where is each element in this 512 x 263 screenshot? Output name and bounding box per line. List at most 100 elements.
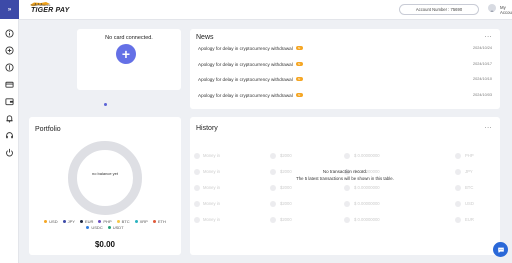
chat-icon [497, 247, 504, 253]
placeholder-icon [344, 185, 350, 191]
news-item-title: Apology for delay in cryptocurrency with… [198, 76, 293, 82]
legend-label: USDT [112, 225, 124, 230]
expand-sidebar-button[interactable]: » [0, 0, 19, 19]
legend-swatch [44, 220, 48, 223]
plus-icon: + [121, 46, 131, 62]
avatar[interactable] [488, 4, 496, 12]
add-card-button[interactable]: + [116, 44, 136, 64]
history-title: History [196, 125, 218, 132]
legend-item: BTC [116, 219, 130, 224]
placeholder-icon [344, 201, 350, 207]
placeholder-type: Money in [203, 185, 220, 190]
placeholder-currency: USD [465, 201, 474, 206]
news-item-title: Apology for delay in cryptocurrency with… [198, 92, 293, 98]
placeholder-amount: $ 0.00000000 [354, 217, 380, 222]
legend-item: ETH [152, 219, 166, 224]
placeholder-status: $2000 [280, 201, 292, 206]
portfolio-panel: Portfolio no balance yet USD JPY EUR PHP BTC… [29, 117, 181, 255]
new-badge: N [295, 93, 303, 97]
placeholder-icon [344, 153, 350, 159]
new-badge: N [295, 62, 303, 66]
news-item[interactable]: Apology for delay in cryptocurrency with… [198, 90, 492, 100]
legend-item: PHP [98, 219, 112, 224]
placeholder-icon [455, 201, 461, 207]
legend-label: BTC [121, 219, 130, 224]
legend-swatch [86, 226, 90, 229]
history-more-button[interactable]: ... [485, 123, 492, 130]
chat-button[interactable] [493, 242, 508, 257]
placeholder-currency: PHP [465, 153, 474, 158]
news-panel: News ... Apology for delay in cryptocurr… [190, 29, 500, 109]
donut-empty-label: no balance yet [91, 171, 119, 176]
my-account-link[interactable]: My Account [500, 5, 512, 15]
history-empty-subtitle: The 5 latest transactions will be shown … [296, 176, 394, 181]
expand-icon: » [7, 6, 12, 13]
legend-item: USDT [107, 225, 124, 230]
new-badge: N [295, 46, 303, 50]
placeholder-status: $2000 [280, 185, 292, 190]
legend-label: USD [49, 219, 58, 224]
placeholder-currency: BTC [465, 185, 474, 190]
legend-label: ETH [157, 219, 166, 224]
wallet-icon[interactable] [4, 96, 15, 107]
card-icon[interactable] [4, 79, 15, 90]
placeholder-currency: EUR [465, 217, 474, 222]
legend-item: JPY [62, 219, 75, 224]
news-item[interactable]: Apology for delay in cryptocurrency with… [198, 43, 492, 53]
card-title: No card connected. [105, 35, 153, 41]
history-panel: History ... Money in $2000 $ 0.00000000 PHP… [190, 117, 500, 255]
account-number-pill[interactable]: Account Number : 75690 [399, 4, 479, 15]
placeholder-status: $2000 [280, 153, 292, 158]
placeholder-icon [455, 153, 461, 159]
history-placeholder-row: Money in $2000 $ 0.00000000 EUR [190, 215, 500, 225]
news-title: News [196, 34, 214, 41]
news-more-button[interactable]: ... [485, 32, 492, 39]
news-item-date: 2024/10/17 [472, 62, 492, 66]
legend-swatch [98, 220, 102, 223]
info-icon[interactable] [4, 28, 15, 39]
portfolio-title: Portfolio [35, 126, 61, 133]
placeholder-amount: $ 0.00000000 [354, 153, 380, 158]
news-item[interactable]: Apology for delay in cryptocurrency with… [198, 74, 492, 84]
placeholder-icon [455, 185, 461, 191]
new-badge: N [295, 77, 303, 81]
placeholder-amount: $ 0.00000000 [354, 185, 380, 190]
plus-circle-icon[interactable] [4, 45, 15, 56]
legend-label: PHP [103, 219, 112, 224]
placeholder-icon [194, 201, 200, 207]
placeholder-type: Money in [203, 201, 220, 206]
legend-swatch [79, 220, 83, 223]
news-item-title: Apology for delay in cryptocurrency with… [198, 61, 293, 67]
placeholder-amount: $ 0.00000000 [354, 201, 380, 206]
user-icon [490, 10, 494, 12]
dollar-circle-icon[interactable] [4, 62, 15, 73]
legend-label: EUR [84, 219, 94, 224]
news-item[interactable]: Apology for delay in cryptocurrency with… [198, 59, 492, 69]
sidebar: » [0, 0, 19, 263]
bell-icon[interactable] [4, 113, 15, 124]
power-icon[interactable] [4, 147, 15, 158]
legend-item: EUR [79, 219, 94, 224]
news-item-date: 2024/10/03 [472, 93, 492, 97]
placeholder-icon [270, 217, 276, 223]
carousel-dot[interactable] [104, 103, 107, 106]
news-item-date: 2024/10/10 [472, 77, 492, 81]
portfolio-donut-chart [68, 141, 142, 215]
legend-swatch [152, 220, 156, 223]
placeholder-icon [194, 185, 200, 191]
legend-label: USDC [91, 225, 103, 230]
history-placeholder-row: Money in $2000 $ 0.00000000 BTC [190, 183, 500, 193]
placeholder-icon [455, 217, 461, 223]
placeholder-type: Money in [203, 217, 220, 222]
card-panel: No card connected. + [77, 29, 181, 90]
history-placeholder-row: Money in $2000 $ 0.00000000 USD [190, 199, 500, 209]
news-item-date: 2024/10/24 [472, 46, 492, 50]
legend-swatch [134, 220, 138, 223]
top-header: Internationale TIGER PAY Account Number … [19, 0, 512, 20]
headset-icon[interactable] [4, 130, 15, 141]
legend-item: XRP [134, 219, 148, 224]
news-item-title: Apology for delay in cryptocurrency with… [198, 45, 293, 51]
history-empty-title: No transaction record. [322, 169, 368, 174]
total-balance: $0.00 [94, 240, 116, 249]
logo-title: TIGER PAY [31, 7, 70, 14]
